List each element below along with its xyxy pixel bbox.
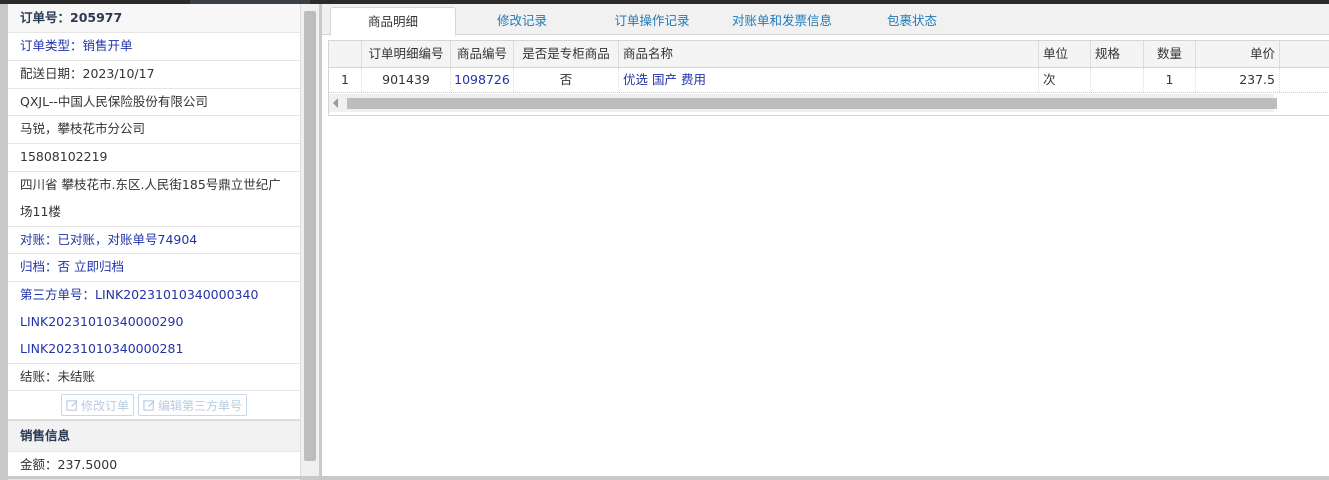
column-header-product-name[interactable]: 商品名称 (619, 41, 1039, 67)
table-row[interactable]: 1 901439 1098726 否 优选 国产 费用 次 1 237.5 (329, 68, 1329, 93)
edit-third-party-button[interactable]: 编辑第三方单号 (138, 394, 248, 417)
address-line-2: 场11楼 (8, 199, 300, 227)
cell-product-name-link[interactable]: 优选 国产 费用 (619, 68, 1039, 92)
edit-order-label: 修改订单 (80, 398, 129, 413)
order-actions: 修改订单 编辑第三方单号 (8, 391, 300, 421)
order-info-panel: 订单号：205977 订单类型：销售开单 配送日期：2023/10/17 QXJ… (8, 4, 301, 480)
scroll-left-arrow-icon[interactable] (333, 98, 338, 108)
edit-third-party-label: 编辑第三方单号 (158, 398, 243, 413)
cell-counter-product: 否 (514, 68, 619, 92)
tab-package-status[interactable]: 包裹状态 (864, 7, 960, 34)
tab-change-log[interactable]: 修改记录 (470, 7, 574, 34)
settlement-status: 结账：未结账 (8, 364, 300, 392)
edit-icon (66, 400, 78, 411)
cell-unit: 次 (1039, 68, 1091, 92)
cell-quantity: 1 (1144, 68, 1196, 92)
column-header-product-no[interactable]: 商品编号 (451, 41, 514, 67)
customer-company: QXJL--中国人民保险股份有限公司 (8, 89, 300, 117)
third-party-number-3[interactable]: LINK20231010340000281 (8, 336, 300, 364)
tab-reconcile-invoice[interactable]: 对账单和发票信息 (714, 7, 850, 34)
column-header-counter-product[interactable]: 是否是专柜商品 (514, 41, 619, 67)
table-header: 订单明细编号 商品编号 是否是专柜商品 商品名称 单位 规格 数量 单价 (329, 41, 1329, 68)
edit-icon (143, 400, 155, 411)
reconcile-status[interactable]: 对账：已对账，对账单号74904 (8, 227, 300, 255)
column-header-unit[interactable]: 单位 (1039, 41, 1091, 67)
scrollbar-thumb[interactable] (347, 98, 1277, 109)
column-header-detail-no[interactable]: 订单明细编号 (362, 41, 451, 67)
order-type: 订单类型：销售开单 (8, 33, 300, 61)
order-detail-panel: 商品明细 修改记录 订单操作记录 对账单和发票信息 包裹状态 订单明细编号 商品… (322, 4, 1329, 476)
customer-phone: 15808102219 (8, 144, 300, 172)
cell-spec (1091, 68, 1144, 92)
sales-info-title: 销售信息 (8, 420, 300, 453)
scrollbar-thumb[interactable] (304, 11, 316, 461)
edit-order-button[interactable]: 修改订单 (60, 394, 134, 417)
tab-order-operation-log[interactable]: 订单操作记录 (592, 7, 712, 34)
archive-status[interactable]: 归档：否 立即归档 (8, 254, 300, 283)
delivery-date: 配送日期：2023/10/17 (8, 61, 300, 89)
cell-detail-no: 901439 (362, 68, 451, 92)
address-line-1: 四川省 攀枝花市.东区.人民街185号鼎立世纪广 (20, 176, 281, 192)
left-panel-scrollbar[interactable] (300, 4, 319, 476)
cell-product-no-link[interactable]: 1098726 (451, 68, 514, 92)
table-horizontal-scrollbar[interactable] (329, 94, 1277, 112)
detail-tabs: 商品明细 修改记录 订单操作记录 对账单和发票信息 包裹状态 (322, 4, 1329, 36)
column-header-index (329, 41, 362, 67)
tab-product-detail[interactable]: 商品明细 (330, 7, 456, 36)
third-party-number-2[interactable]: LINK20231010340000290 (8, 309, 300, 336)
row-index: 1 (329, 68, 362, 92)
column-header-quantity[interactable]: 数量 (1144, 41, 1196, 67)
cell-unit-price: 237.5 (1196, 68, 1280, 92)
third-party-number-1[interactable]: 第三方单号：LINK20231010340000340 (8, 282, 300, 309)
customer-contact: 马锐，攀枝花市分公司 (8, 116, 300, 145)
column-header-spec[interactable]: 规格 (1091, 41, 1144, 67)
order-number: 订单号：205977 (8, 4, 300, 33)
column-header-unit-price[interactable]: 单价 (1196, 41, 1280, 67)
product-detail-table: 订单明细编号 商品编号 是否是专柜商品 商品名称 单位 规格 数量 单价 1 9… (328, 40, 1329, 116)
